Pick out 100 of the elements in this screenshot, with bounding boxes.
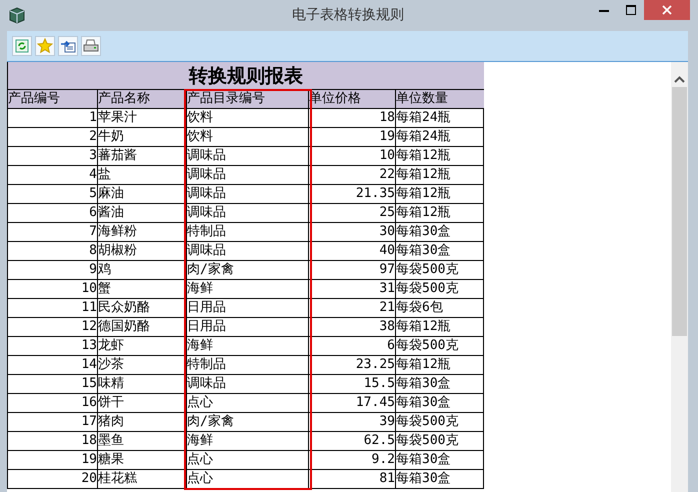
- scrollbar[interactable]: [671, 62, 688, 492]
- table-cell: 10: [309, 147, 396, 166]
- table-cell: 日用品: [187, 318, 309, 337]
- export-icon: [60, 38, 76, 54]
- table-cell: 蕃茄酱: [98, 147, 187, 166]
- table-cell: 民众奶酪: [98, 299, 187, 318]
- table-cell: 每箱30盒: [396, 394, 484, 413]
- close-button[interactable]: [644, 0, 690, 20]
- table-cell: 31: [309, 280, 396, 299]
- table-cell: 每袋500克: [396, 261, 484, 280]
- star-button[interactable]: [35, 36, 55, 56]
- table-cell: 18: [8, 432, 98, 451]
- export-button[interactable]: [58, 36, 78, 56]
- table-cell: 40: [309, 242, 396, 261]
- table-cell: 15: [8, 375, 98, 394]
- table-cell: 德国奶酪: [98, 318, 187, 337]
- table-cell: 调味品: [187, 375, 309, 394]
- star-icon: [37, 38, 53, 54]
- table-cell: 饮料: [187, 128, 309, 147]
- table-cell: 调味品: [187, 185, 309, 204]
- table-cell: 7: [8, 223, 98, 242]
- table-cell: 12: [8, 318, 98, 337]
- table-cell: 15.5: [309, 375, 396, 394]
- table-cell: 每箱12瓶: [396, 204, 484, 223]
- table-cell: 每箱30盒: [396, 375, 484, 394]
- table-cell: 1: [8, 109, 98, 128]
- maximize-icon: [626, 5, 636, 15]
- table-cell: 2: [8, 128, 98, 147]
- table-cell: 39: [309, 413, 396, 432]
- table-cell: 蟹: [98, 280, 187, 299]
- print-button[interactable]: [81, 36, 101, 56]
- table-cell: 海鲜: [187, 432, 309, 451]
- window-title: 电子表格转换规则: [291, 6, 405, 24]
- table-cell: 每箱30盒: [396, 451, 484, 470]
- table-cell: 每箱12瓶: [396, 185, 484, 204]
- table-cell: 20: [8, 470, 98, 489]
- table-cell: 特制品: [187, 223, 309, 242]
- table-cell: 6: [309, 337, 396, 356]
- table-cell: 38: [309, 318, 396, 337]
- column-header: 产品目录编号: [187, 90, 309, 109]
- table-cell: 16: [8, 394, 98, 413]
- table-cell: 19: [309, 128, 396, 147]
- column-header: 产品编号: [8, 90, 98, 109]
- table-cell: 13: [8, 337, 98, 356]
- table-cell: 25: [309, 204, 396, 223]
- table-cell: 每袋500克: [396, 432, 484, 451]
- table-cell: 22: [309, 166, 396, 185]
- table-cell: 糖果: [98, 451, 187, 470]
- table-cell: 每箱12瓶: [396, 356, 484, 375]
- table-cell: 每箱12瓶: [396, 147, 484, 166]
- scroll-thumb[interactable]: [672, 87, 687, 336]
- table-cell: 饼干: [98, 394, 187, 413]
- table-cell: 肉/家禽: [187, 261, 309, 280]
- table-cell: 8: [8, 242, 98, 261]
- table-cell: 猪肉: [98, 413, 187, 432]
- table-cell: 10: [8, 280, 98, 299]
- table-cell: 每袋500克: [396, 413, 484, 432]
- table-cell: 肉/家禽: [187, 413, 309, 432]
- table-cell: 点心: [187, 394, 309, 413]
- table-cell: 每袋500克: [396, 337, 484, 356]
- table-cell: 点心: [187, 470, 309, 489]
- table-cell: 19: [8, 451, 98, 470]
- table-cell: 97: [309, 261, 396, 280]
- table-cell: 苹果汁: [98, 109, 187, 128]
- table-cell: 9: [8, 261, 98, 280]
- table-cell: 鸡: [98, 261, 187, 280]
- table-cell: 牛奶: [98, 128, 187, 147]
- table-cell: 调味品: [187, 166, 309, 185]
- table-cell: 21.35: [309, 185, 396, 204]
- table-cell: 9.2: [309, 451, 396, 470]
- table-cell: 11: [8, 299, 98, 318]
- table-cell: 每箱30盒: [396, 470, 484, 489]
- table-cell: 龙虾: [98, 337, 187, 356]
- scroll-up-icon: [674, 76, 685, 83]
- table-cell: 每箱24瓶: [396, 109, 484, 128]
- table-cell: 桂花糕: [98, 470, 187, 489]
- table-cell: 21: [309, 299, 396, 318]
- table-cell: 点心: [187, 451, 309, 470]
- column-header: 产品名称: [98, 90, 187, 109]
- table-cell: 胡椒粉: [98, 242, 187, 261]
- table-cell: 盐: [98, 166, 187, 185]
- table-cell: 17.45: [309, 394, 396, 413]
- table-cell: 调味品: [187, 204, 309, 223]
- table-cell: 62.5: [309, 432, 396, 451]
- table-cell: 23.25: [309, 356, 396, 375]
- table-cell: 14: [8, 356, 98, 375]
- table-cell: 调味品: [187, 147, 309, 166]
- table-cell: 每箱12瓶: [396, 318, 484, 337]
- table-cell: 30: [309, 223, 396, 242]
- table-cell: 麻油: [98, 185, 187, 204]
- table-cell: 特制品: [187, 356, 309, 375]
- report-title: 转换规则报表: [8, 62, 484, 90]
- refresh-button[interactable]: [12, 36, 32, 56]
- printer-icon: [83, 38, 99, 54]
- table-cell: 81: [309, 470, 396, 489]
- table-cell: 每箱12瓶: [396, 166, 484, 185]
- table-cell: 6: [8, 204, 98, 223]
- table-cell: 海鲜: [187, 337, 309, 356]
- table-cell: 每箱30盒: [396, 223, 484, 242]
- table-cell: 每箱24瓶: [396, 128, 484, 147]
